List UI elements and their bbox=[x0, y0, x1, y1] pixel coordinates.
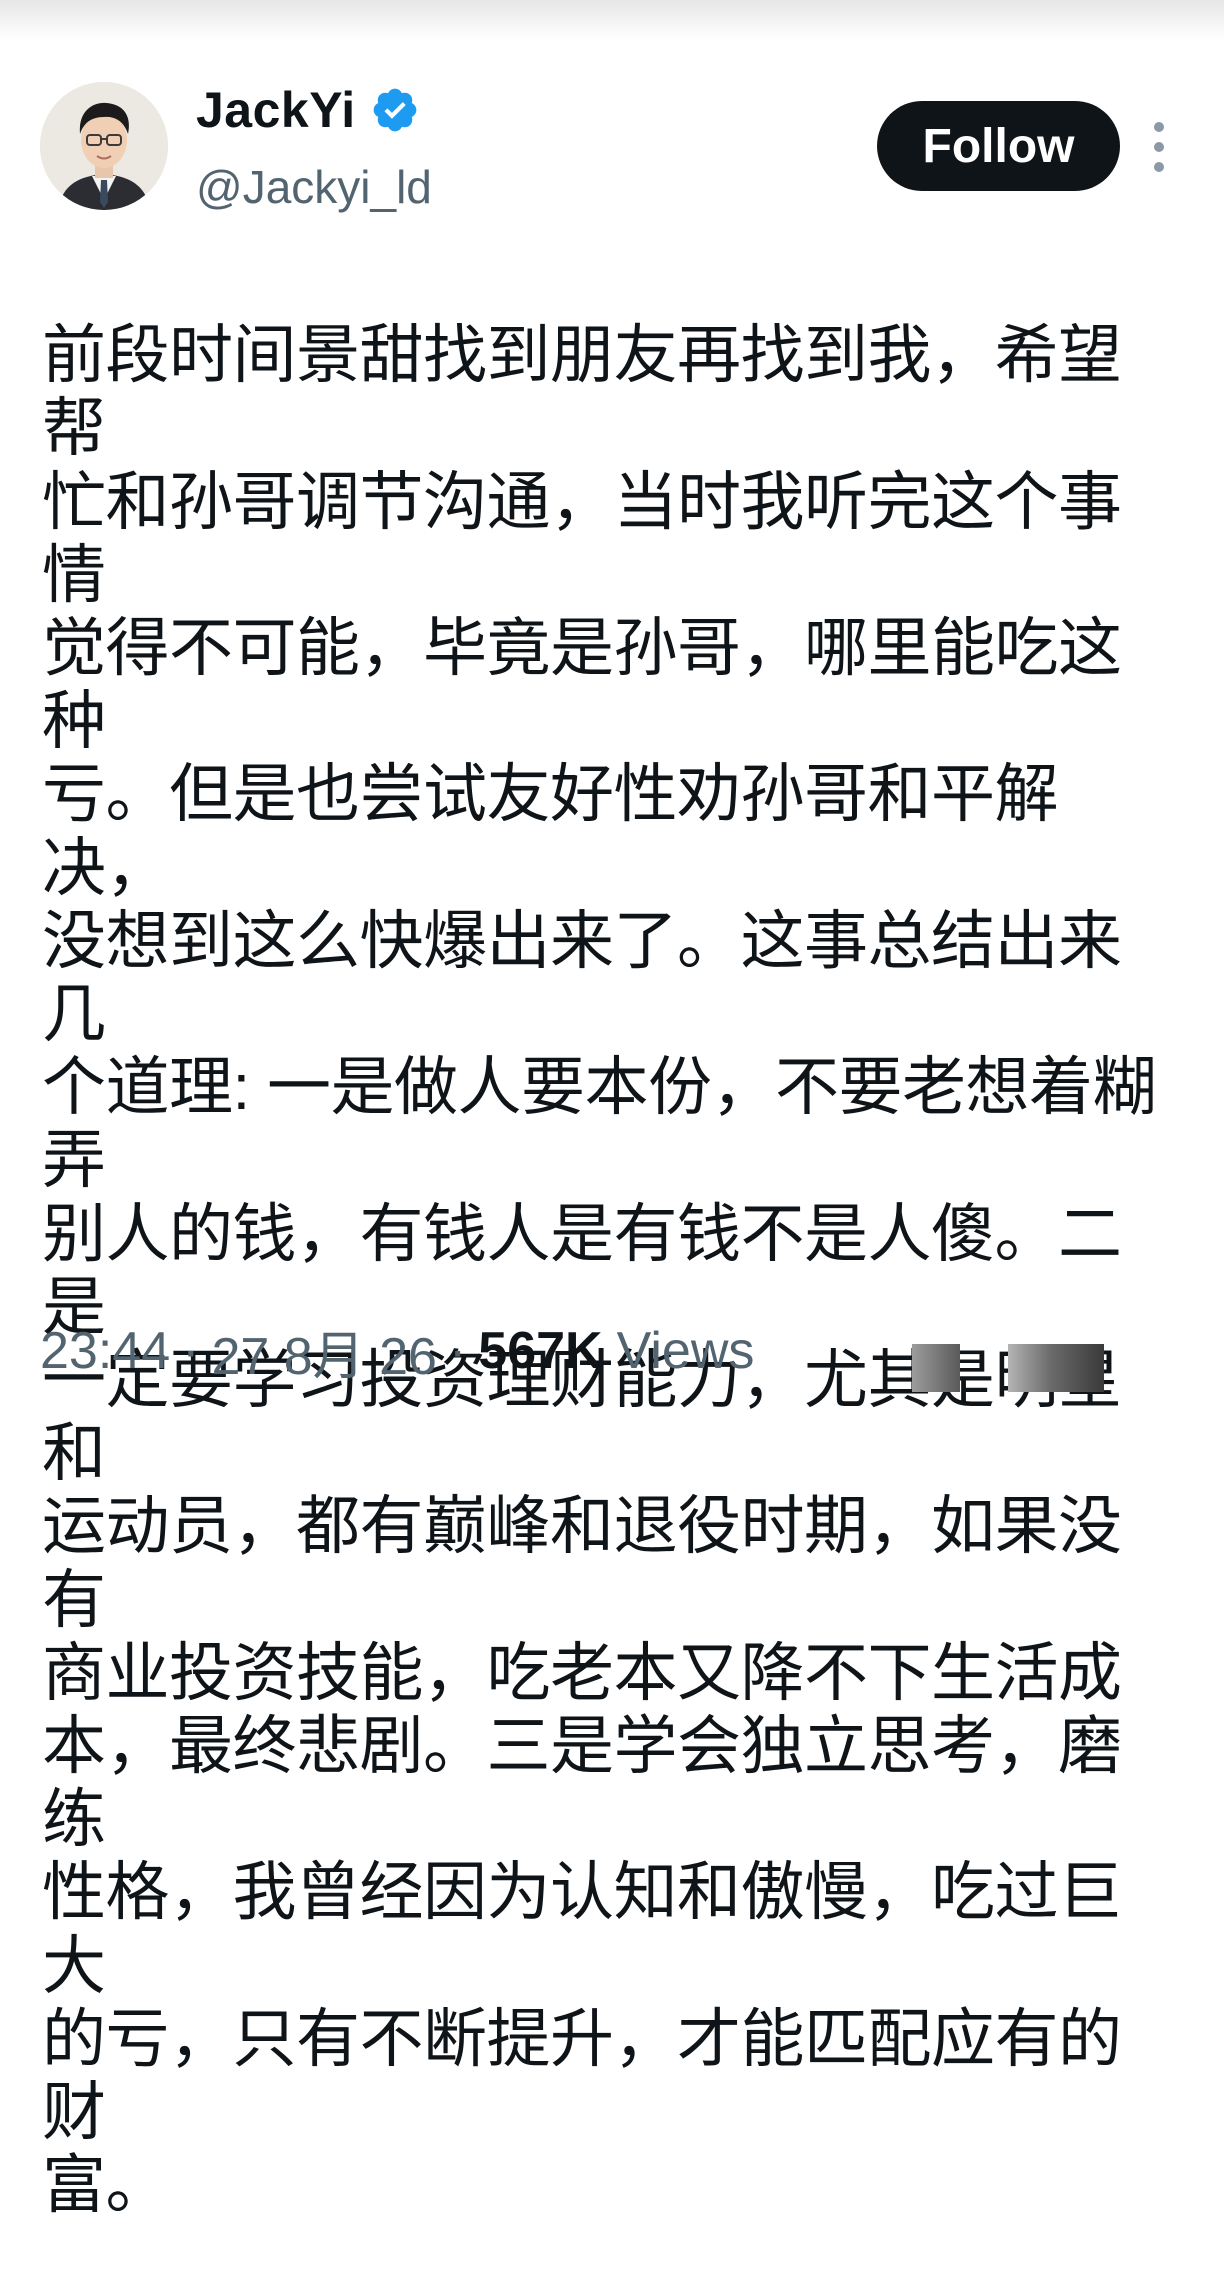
views-label: Views bbox=[616, 1322, 755, 1380]
more-dot bbox=[1154, 122, 1164, 132]
post-text-line: 亏。但是也尝试友好性劝孙哥和平解决， bbox=[42, 758, 1059, 904]
more-vertical-icon[interactable] bbox=[1146, 122, 1172, 172]
post-text-line: 前段时间景甜找到朋友再找到我，希望帮 bbox=[42, 319, 1122, 465]
post-text: 前段时间景甜找到朋友再找到我，希望帮 忙和孙哥调节沟通，当时我听完这个事情 觉得不可… bbox=[42, 246, 1182, 2296]
author-name-row[interactable]: JackYi bbox=[196, 80, 420, 140]
post-text-line: 运动员，都有巅峰和退役时期，如果没有 bbox=[42, 1490, 1122, 1636]
avatar[interactable] bbox=[40, 82, 168, 210]
top-edge-shadow bbox=[0, 0, 1224, 40]
post-text-line: 个道理: 一是做人要本份，不要老想着糊弄 bbox=[42, 1051, 1157, 1197]
post-text-line: 没想到这么快爆出来了。这事总结出来几 bbox=[42, 904, 1122, 1051]
verified-badge-icon[interactable] bbox=[370, 85, 420, 135]
avatar-photo-icon bbox=[40, 82, 168, 210]
display-name[interactable]: JackYi bbox=[196, 81, 356, 139]
follow-button[interactable]: Follow bbox=[877, 101, 1120, 191]
post-text-line: 忙和孙哥调节沟通，当时我听完这个事情 bbox=[42, 465, 1122, 611]
user-handle[interactable]: @Jackyi_ld bbox=[196, 160, 432, 214]
post-time[interactable]: 23:44 bbox=[40, 1321, 170, 1381]
more-dot bbox=[1154, 142, 1164, 152]
views-count: 567K bbox=[478, 1322, 603, 1380]
post-text-line: 商业投资技能，吃老本又降不下生活成 bbox=[42, 1636, 1122, 1709]
meta-separator: · bbox=[182, 1322, 200, 1380]
post-text-line: 觉得不可能，毕竟是孙哥，哪里能吃这种 bbox=[42, 612, 1122, 758]
post-text-line: 富。 bbox=[42, 2149, 170, 2222]
post-text-line: 本，最终悲剧。三是学会独立思考，磨练 bbox=[42, 1710, 1122, 1856]
post-text-line: 的亏，只有不断提升，才能匹配应有的财 bbox=[42, 2002, 1122, 2149]
more-dot bbox=[1154, 162, 1164, 172]
post-date[interactable]: 27 8月 26 bbox=[211, 1314, 437, 1389]
redaction-mosaic bbox=[1008, 1344, 1104, 1392]
meta-separator: · bbox=[448, 1322, 467, 1380]
redaction-mosaic bbox=[912, 1344, 960, 1392]
post-text-line: 性格，我曾经因为认知和傲慢，吃过巨大 bbox=[42, 1856, 1122, 2002]
post-meta: 23:44 · 27 8月 26 · 567K Views bbox=[40, 1318, 755, 1386]
